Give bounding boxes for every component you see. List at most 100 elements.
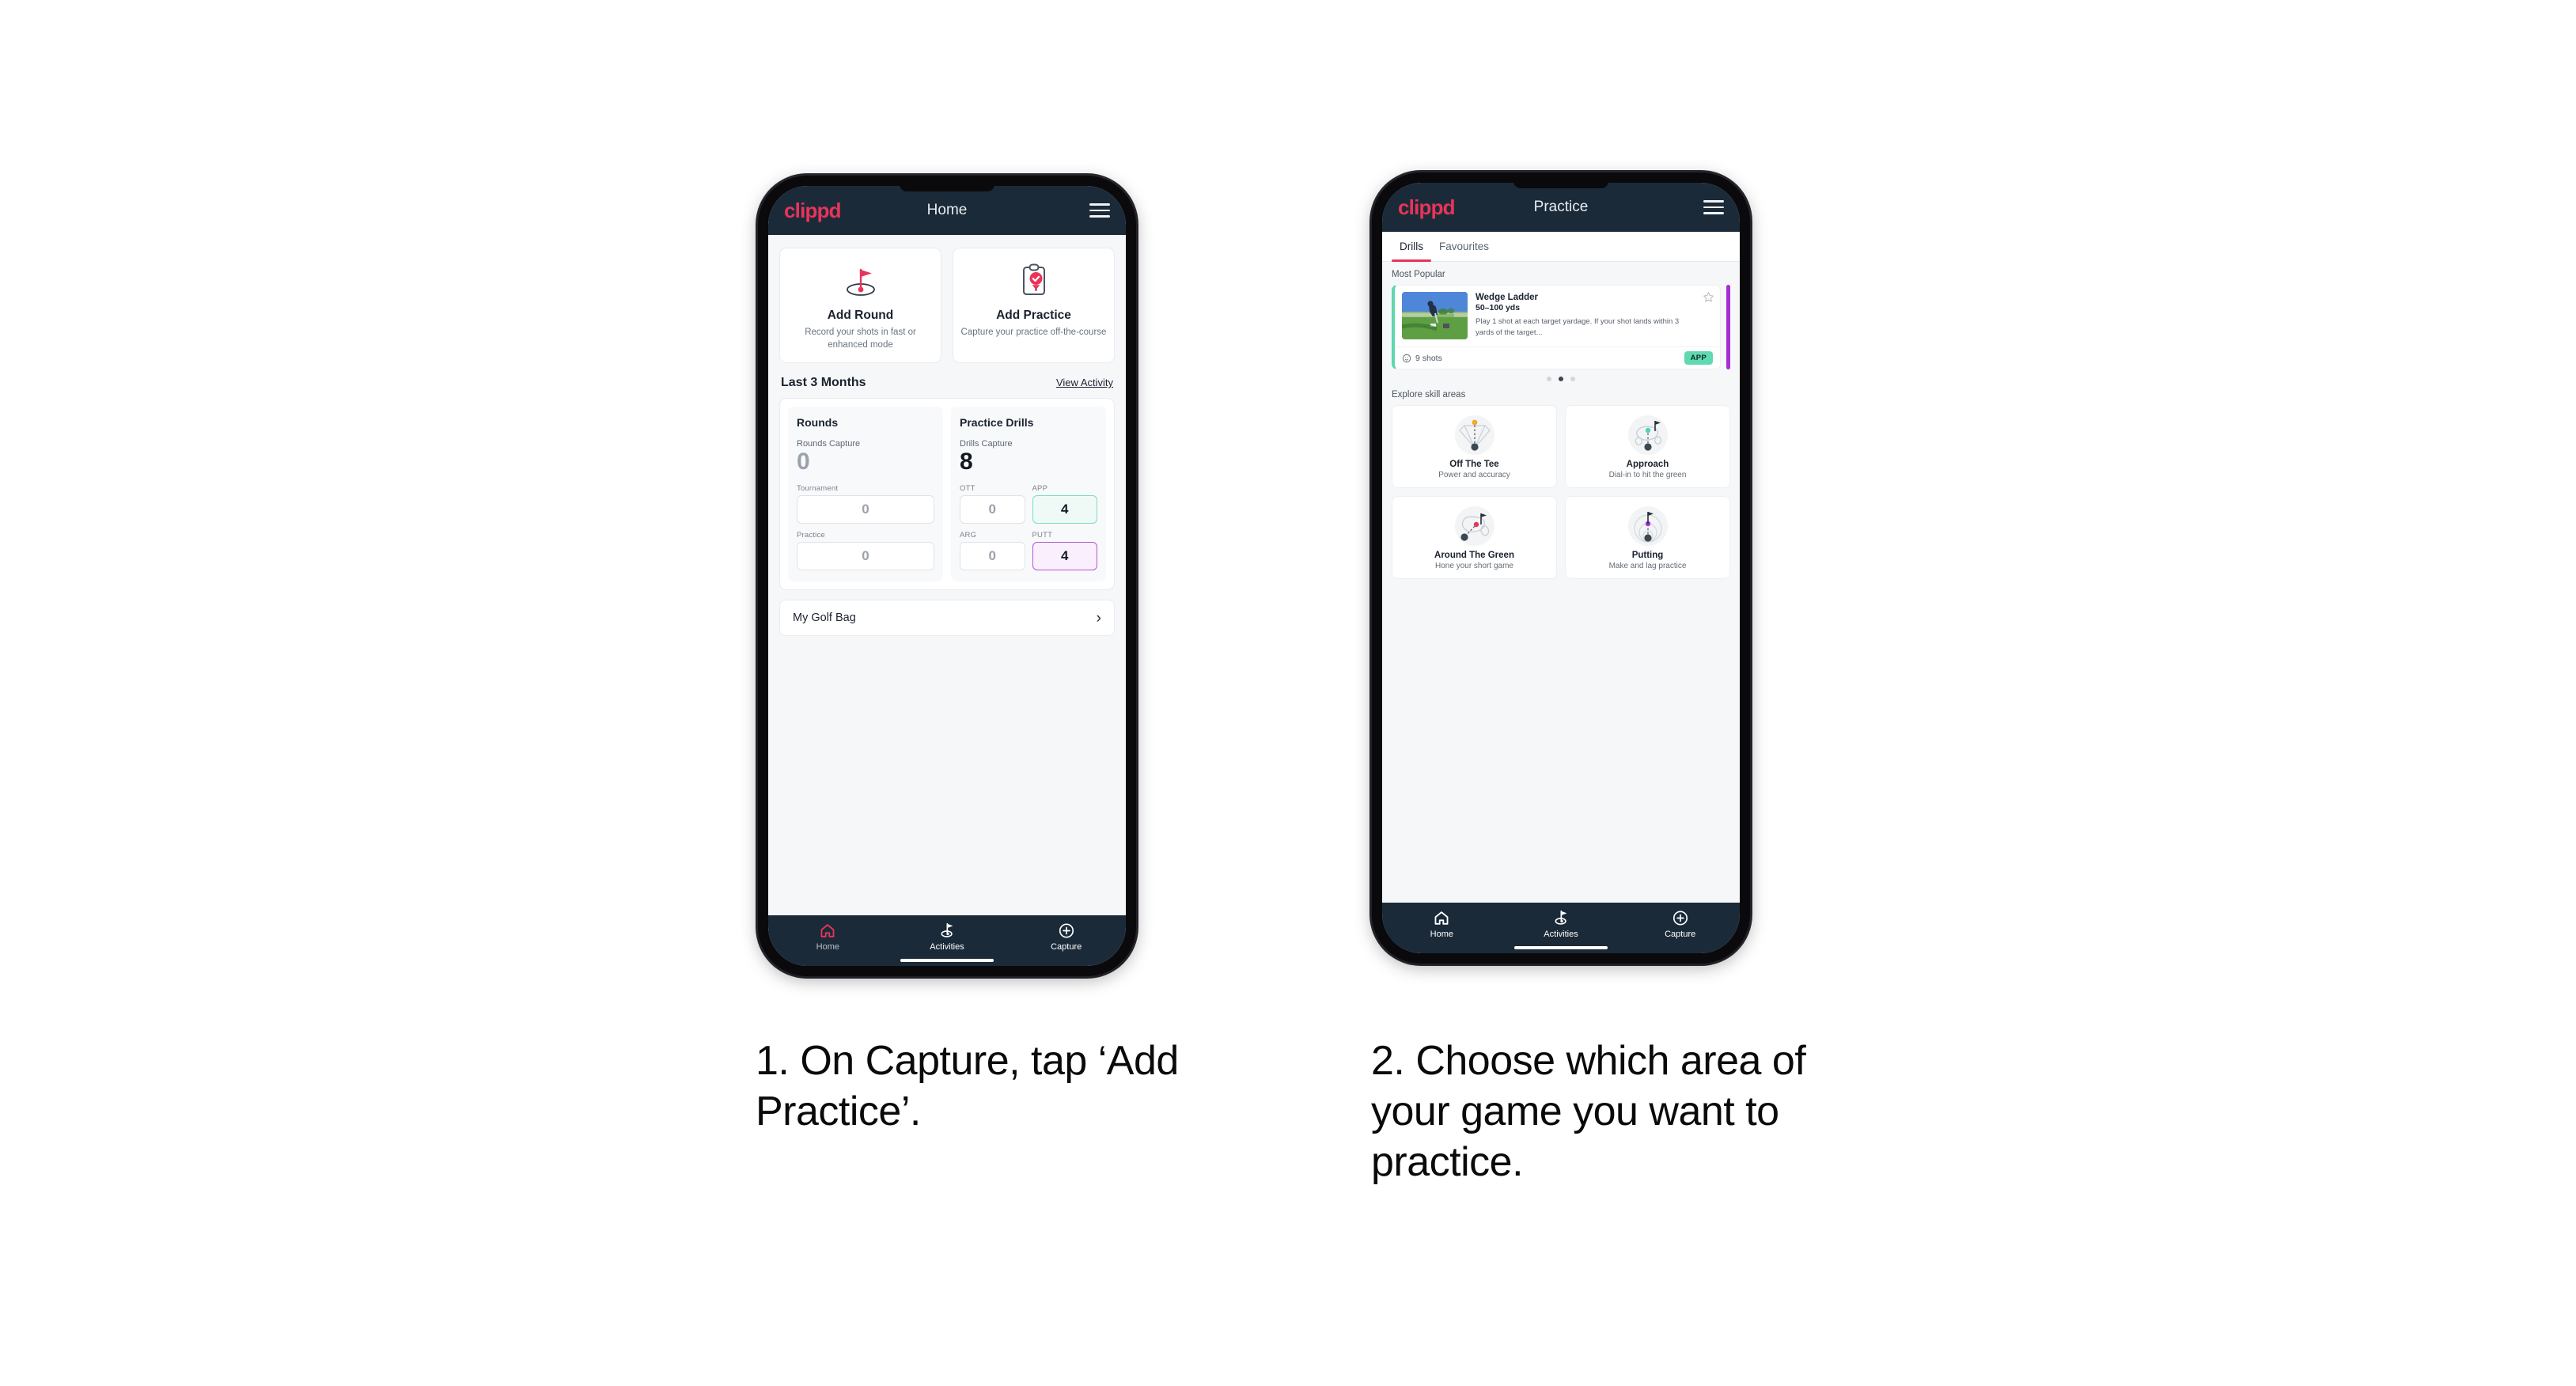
nav-item-home[interactable]: Home: [1382, 910, 1502, 939]
nav-item-activities[interactable]: Activities: [888, 922, 1007, 952]
skill-card-around-the-green[interactable]: Around The Green Hone your short game: [1392, 496, 1557, 579]
hamburger-icon[interactable]: [1703, 200, 1724, 214]
clippd-logo[interactable]: clippd: [784, 200, 842, 221]
add-practice-card[interactable]: Add Practice Capture your practice off-t…: [953, 248, 1115, 364]
ott-value[interactable]: 0: [960, 495, 1025, 524]
add-round-card[interactable]: Add Round Record your shots in fast or e…: [779, 248, 941, 364]
stats-card: Rounds Rounds Capture 0 Tournament 0 Pra…: [779, 398, 1115, 591]
drills-heading: Practice Drills: [960, 416, 1034, 430]
tournament-field: Tournament 0: [797, 484, 934, 524]
phone-2-bottom-nav: Home Activities Capture: [1382, 903, 1740, 953]
drill-info: Wedge Ladder 50–100 yds Play 1 shot at e…: [1476, 291, 1714, 339]
around-the-green-icon: [1397, 504, 1551, 548]
hamburger-icon[interactable]: [1089, 203, 1110, 218]
view-activity-link[interactable]: View Activity: [1056, 377, 1113, 388]
drill-thumbnail[interactable]: [1402, 292, 1468, 339]
arg-putt-row: ARG 0 PUTT 4: [960, 531, 1097, 571]
next-drill-card-edge[interactable]: [1726, 285, 1730, 369]
nav-label-home: Home: [1430, 930, 1453, 939]
drill-name: Wedge Ladder: [1476, 293, 1539, 302]
skill-subtitle: Power and accuracy: [1438, 471, 1510, 479]
skill-name: Putting: [1631, 551, 1664, 560]
skill-name: Off The Tee: [1449, 460, 1499, 469]
phone-notch: [900, 186, 994, 191]
nav-label-home: Home: [816, 942, 839, 952]
drill-card-body: Wedge Ladder 50–100 yds Play 1 shot at e…: [1395, 286, 1720, 346]
app-field: APP 4: [1032, 484, 1097, 524]
putt-label: PUTT: [1032, 531, 1053, 540]
add-practice-title: Add Practice: [996, 309, 1071, 322]
tournament-label: Tournament: [797, 484, 839, 494]
arg-label: ARG: [960, 531, 977, 540]
nav-item-capture[interactable]: Capture: [1620, 910, 1740, 939]
nav-item-capture[interactable]: Capture: [1006, 922, 1126, 952]
home-icon: [820, 924, 835, 937]
explore-skill-areas-label: Explore skill areas: [1392, 390, 1466, 400]
clippd-logo[interactable]: clippd: [1398, 197, 1456, 218]
skill-subtitle: Hone your short game: [1435, 562, 1513, 570]
ott-label: OTT: [960, 484, 975, 494]
most-popular-label: Most Popular: [1392, 270, 1445, 279]
caption-step-2: 2. Choose which area of your game you wa…: [1371, 1038, 1806, 1185]
practice-label: Practice: [797, 531, 825, 540]
phone-1-frame: clippd Home Add Round Record your shots …: [758, 176, 1136, 976]
plus-circle-icon: [1673, 911, 1688, 926]
drill-card[interactable]: Wedge Ladder 50–100 yds Play 1 shot at e…: [1392, 285, 1721, 369]
skill-card-approach[interactable]: Approach Dial-in to hit the green: [1565, 405, 1730, 488]
my-golf-bag-row[interactable]: My Golf Bag ›: [779, 600, 1115, 637]
drill-description: Play 1 shot at each target yardage. If y…: [1476, 317, 1680, 338]
skill-name: Around The Green: [1434, 551, 1514, 560]
carousel-dot[interactable]: [1570, 377, 1575, 381]
section-title: Last 3 Months: [781, 376, 866, 390]
clock-icon: [1402, 354, 1411, 362]
tab-drills[interactable]: Drills: [1392, 232, 1431, 262]
skill-subtitle: Dial-in to hit the green: [1608, 471, 1687, 479]
phone-1-screen: clippd Home Add Round Record your shots …: [768, 186, 1126, 966]
skill-name: Approach: [1626, 460, 1669, 469]
golf-flag-icon: [941, 922, 953, 937]
app-header: clippd Practice: [1382, 183, 1740, 232]
carousel-dot-active[interactable]: [1559, 377, 1563, 381]
nav-label-activities: Activities: [1544, 930, 1578, 939]
rounds-heading: Rounds: [797, 416, 839, 430]
putt-field: PUTT 4: [1032, 531, 1097, 571]
drill-card-footer: 9 shots APP: [1395, 346, 1720, 369]
add-practice-subtitle: Capture your practice off-the-course: [960, 328, 1107, 337]
my-golf-bag-label: My Golf Bag: [793, 612, 856, 625]
skill-areas-grid: Off The Tee Power and accuracy Approach …: [1392, 405, 1730, 579]
tab-favourites[interactable]: Favourites: [1431, 232, 1497, 261]
approach-icon: [1570, 413, 1725, 457]
carousel-dot[interactable]: [1547, 377, 1551, 381]
add-round-title: Add Round: [827, 309, 894, 322]
arg-value[interactable]: 0: [960, 542, 1025, 571]
phone-2-screen: clippd Practice Drills Favourites Most P…: [1382, 183, 1740, 953]
putting-icon: [1570, 504, 1725, 548]
golf-flag-icon: [1555, 910, 1566, 925]
add-round-subtitle: Record your shots in fast or enhanced mo…: [805, 328, 916, 350]
golf-flag-hole-icon: [786, 261, 934, 302]
phone-1-content: Add Round Record your shots in fast or e…: [768, 235, 1126, 915]
drills-capture-value: 8: [960, 449, 973, 475]
quick-actions-row: Add Round Record your shots in fast or e…: [768, 235, 1126, 364]
phone-2-frame: clippd Practice Drills Favourites Most P…: [1372, 172, 1750, 964]
skill-card-putting[interactable]: Putting Make and lag practice: [1565, 496, 1730, 579]
rounds-capture-label: Rounds Capture: [797, 439, 861, 449]
star-outline-icon[interactable]: [1703, 291, 1714, 307]
practice-tabs: Drills Favourites: [1382, 232, 1740, 262]
rounds-capture-value: 0: [797, 449, 810, 475]
app-value[interactable]: 4: [1032, 495, 1097, 524]
skill-subtitle: Make and lag practice: [1608, 562, 1687, 570]
nav-item-activities[interactable]: Activities: [1502, 910, 1621, 939]
nav-item-home[interactable]: Home: [768, 922, 888, 952]
app-header: clippd Home: [768, 186, 1126, 235]
putt-value[interactable]: 4: [1032, 542, 1097, 571]
home-icon: [1434, 911, 1449, 925]
drill-shots: 9 shots: [1415, 353, 1442, 363]
practice-value[interactable]: 0: [797, 542, 934, 571]
skill-card-off-the-tee[interactable]: Off The Tee Power and accuracy: [1392, 405, 1557, 488]
last-3-months-header: Last 3 Months View Activity: [768, 363, 1126, 398]
nav-label-capture: Capture: [1051, 942, 1082, 952]
tournament-value[interactable]: 0: [797, 495, 934, 524]
ott-app-row: OTT 0 APP 4: [960, 484, 1097, 524]
tab-favourites-label: Favourites: [1439, 240, 1490, 252]
